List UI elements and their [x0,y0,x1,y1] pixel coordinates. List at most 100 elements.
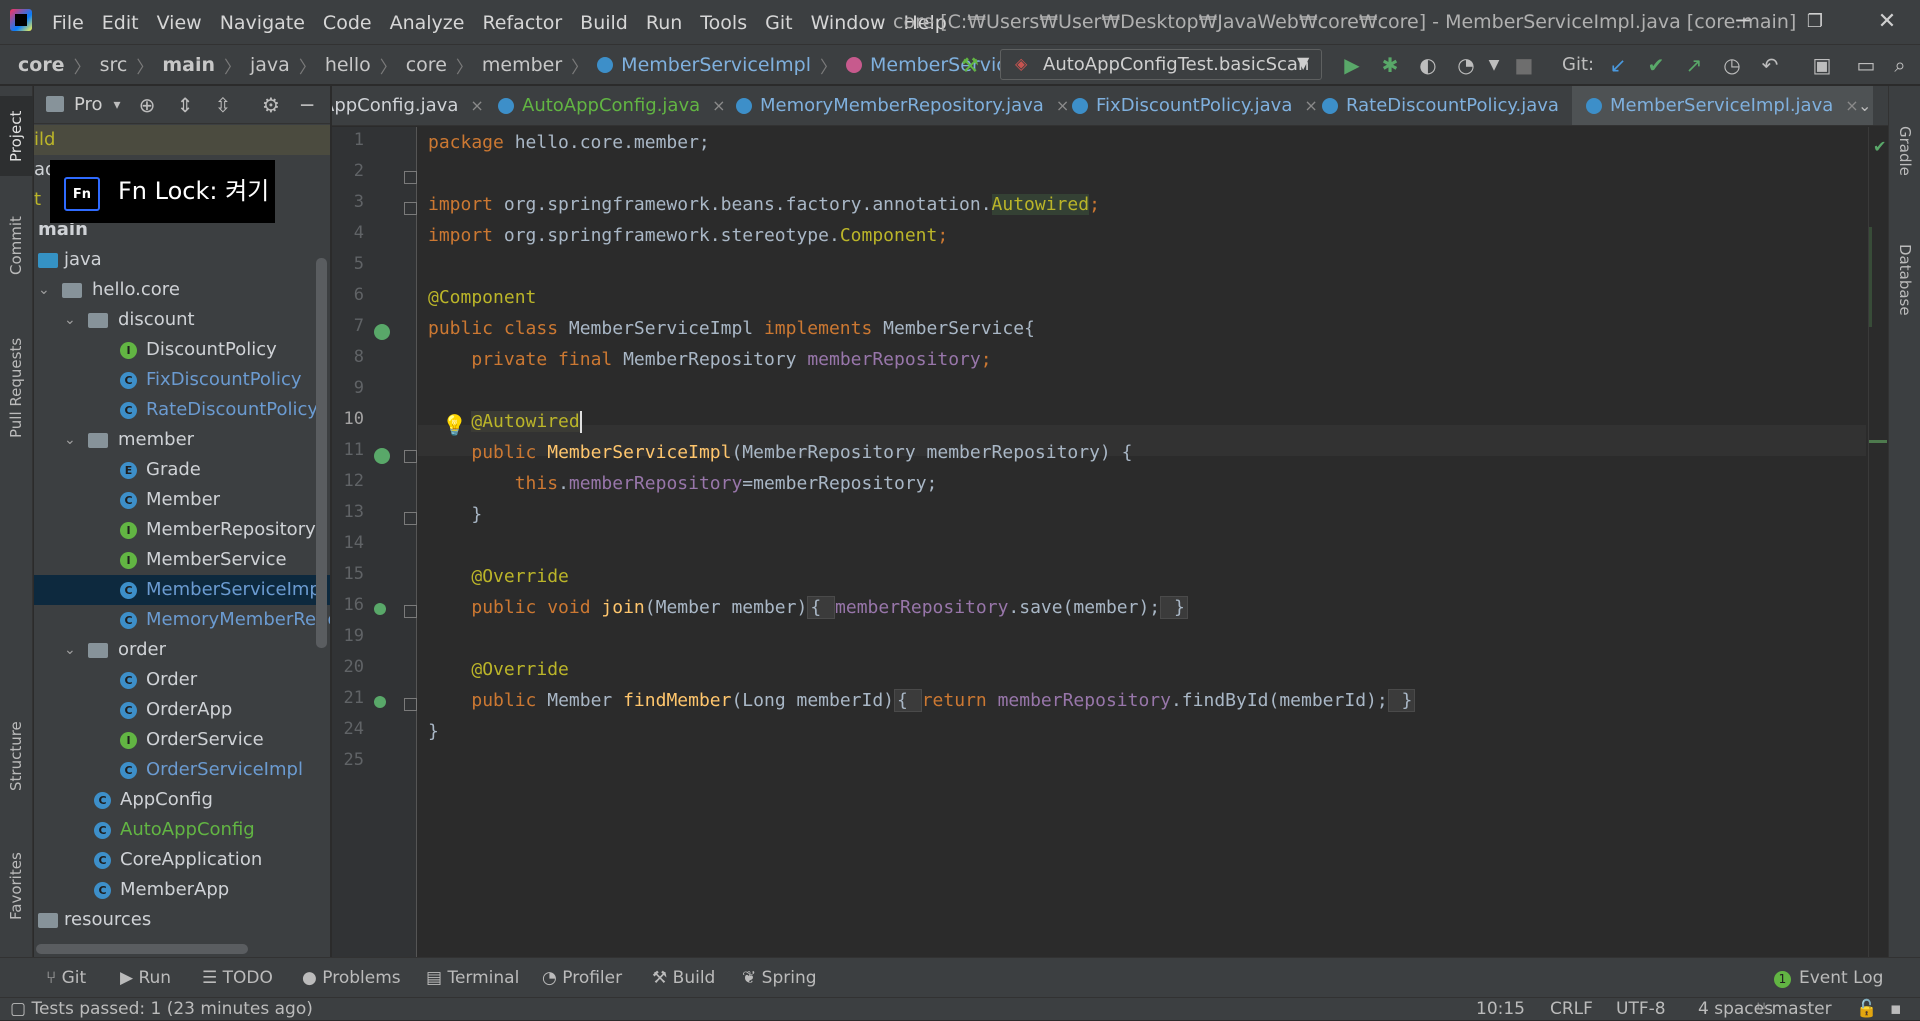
locate-icon[interactable]: ⊕ [132,89,162,121]
close-tab-icon[interactable]: × [1845,96,1858,115]
menu-refactor[interactable]: Refactor [482,12,562,34]
close-button[interactable]: ✕ [1860,0,1914,45]
chevron-down-icon[interactable]: ⌄ [38,275,50,305]
fold-icon[interactable] [404,450,417,463]
crumb-file[interactable]: MemberServiceImpl [621,54,811,76]
run-configuration-select[interactable]: ◈ AutoAppConfigTest.basicScan ▼ [1000,49,1322,80]
chevron-down-icon[interactable]: ⌄ [64,305,76,335]
editor-scrollbar[interactable]: ✔ [1868,127,1888,957]
collapse-all-icon[interactable]: ⇳ [208,89,238,121]
menu-window[interactable]: Window [811,12,886,34]
tool-git[interactable]: ⑂ Git [46,958,86,998]
hide-icon[interactable]: ─ [292,89,322,121]
menu-navigate[interactable]: Navigate [220,12,305,34]
chevron-down-icon[interactable]: ⌄ [64,425,76,455]
code-editor[interactable]: 💡 package hello.core.member; import org.… [418,127,1866,957]
tool-spring[interactable]: ❦ Spring [742,958,817,998]
expand-all-icon[interactable]: ⇕ [170,89,200,121]
tool-tab-commit[interactable]: Commit [0,206,33,286]
spring-bean-icon[interactable] [374,324,390,340]
caret-position[interactable]: 10:15 [1476,998,1525,1021]
tree-item-grade[interactable]: E Grade [34,455,330,485]
tab-appconfig[interactable]: AppConfig.java × [332,86,484,125]
presentation-icon[interactable]: ▭ [1850,49,1882,81]
crumb-hello[interactable]: hello [325,54,371,76]
tool-tab-favorites[interactable]: Favorites [0,836,33,936]
tool-build[interactable]: ⚒ Build [652,958,715,998]
fold-icon[interactable] [404,698,417,711]
tab-rate-discount-policy[interactable]: RateDiscountPolicy.java× [1322,86,1584,125]
fold-icon[interactable] [404,202,417,215]
search-icon[interactable]: ⌕ [1884,49,1916,81]
tool-tab-database[interactable]: Database [1889,210,1920,350]
fold-icon[interactable] [404,512,417,525]
tab-memory-member-repository[interactable]: MemoryMemberRepository.java × [736,86,1069,125]
tree-item-order-service[interactable]: I OrderService [34,725,330,755]
menu-git[interactable]: Git [765,12,792,34]
tree-item-memory-member-repository[interactable]: C MemoryMemberRepos [34,605,330,635]
tool-run[interactable]: ▶ Run [120,958,171,998]
menu-view[interactable]: View [157,12,202,34]
tool-tab-project[interactable]: Project [0,96,33,176]
lock-icon[interactable]: 🔓 [1856,998,1877,1021]
tree-item[interactable]: ild [34,125,330,155]
implements-method-icon[interactable] [374,603,386,615]
crumb-java[interactable]: java [250,54,290,76]
project-structure-icon[interactable]: ▣ [1806,49,1838,81]
close-tab-icon[interactable]: × [1056,96,1069,115]
project-view-selector[interactable]: Pro [74,86,103,124]
hammer-build-icon[interactable]: ⚒ [954,49,986,81]
tool-profiler[interactable]: ◔ Profiler [542,958,622,998]
tree-item-member-app[interactable]: C MemberApp [34,875,330,905]
tool-terminal[interactable]: ▤ Terminal [426,958,519,998]
crumb-src[interactable]: src [100,54,128,76]
crumb-member[interactable]: member [482,54,562,76]
tab-member-service-impl[interactable]: MemberServiceImpl.java × [1572,86,1873,125]
tab-autoappconfig[interactable]: AutoAppConfig.java × [498,86,726,125]
fold-icon[interactable] [404,605,417,618]
close-tab-icon[interactable]: × [712,96,725,115]
file-encoding[interactable]: UTF-8 [1616,998,1666,1021]
chevron-down-icon[interactable]: ⌄ [64,635,76,665]
tree-item-resources[interactable]: resources [34,905,330,935]
git-commit-icon[interactable]: ✔ [1640,49,1672,81]
tool-tab-pull-requests[interactable]: Pull Requests [0,318,33,458]
chevron-down-icon[interactable]: ▼ [1478,49,1510,81]
tree-item-discount-policy[interactable]: I DiscountPolicy [34,335,330,365]
run-icon[interactable]: ▶ [1336,49,1368,81]
menu-edit[interactable]: Edit [102,12,139,34]
tree-item-core-application[interactable]: C CoreApplication [34,845,330,875]
memory-indicator-icon[interactable]: ▪ [1890,998,1902,1021]
tree-item-member-service-impl[interactable]: C MemberServiceImpl [34,575,330,605]
tree-item-order-app[interactable]: C OrderApp [34,695,330,725]
tool-tab-gradle[interactable]: Gradle [1889,96,1920,206]
git-push-icon[interactable]: ↗ [1678,49,1710,81]
spring-autowired-icon[interactable] [374,448,390,464]
crumb-main[interactable]: main [162,54,215,76]
tree-item-fix-discount-policy[interactable]: C FixDiscountPolicy [34,365,330,395]
tool-todo[interactable]: ☰ TODO [202,958,273,998]
tree-item-discount[interactable]: ⌄ discount [34,305,330,335]
chevron-down-icon[interactable]: ▾ [102,89,132,121]
tool-problems[interactable]: ● Problems [302,958,401,998]
git-branch[interactable]: ⑂ master [1756,998,1832,1021]
rollback-icon[interactable]: ↶ [1754,49,1786,81]
chevron-down-icon[interactable]: ⌄ [1858,86,1871,125]
tool-event-log[interactable]: 1 Event Log [1774,958,1883,998]
crumb-core[interactable]: core [18,54,65,76]
tree-item-rate-discount-policy[interactable]: C RateDiscountPolicy [34,395,330,425]
menu-run[interactable]: Run [646,12,682,34]
status-message[interactable]: ▢ Tests passed: 1 (23 minutes ago) [10,998,313,1021]
tree-item-app-config[interactable]: C AppConfig [34,785,330,815]
no-problems-check-icon[interactable]: ✔ [1873,137,1886,156]
debug-icon[interactable]: ✱ [1374,49,1406,81]
gear-icon[interactable]: ⚙ [256,89,286,121]
crumb-core-pkg[interactable]: core [406,54,447,76]
fold-icon[interactable] [404,171,417,184]
tool-tab-structure[interactable]: Structure [0,706,33,806]
tree-item-order-service-impl[interactable]: C OrderServiceImpl [34,755,330,785]
tree-item-member-pkg[interactable]: ⌄ member [34,425,330,455]
minimize-button[interactable]: ─ [1716,0,1770,45]
tree-item-java[interactable]: java [34,245,330,275]
tab-fix-discount-policy[interactable]: FixDiscountPolicy.java × [1072,86,1318,125]
